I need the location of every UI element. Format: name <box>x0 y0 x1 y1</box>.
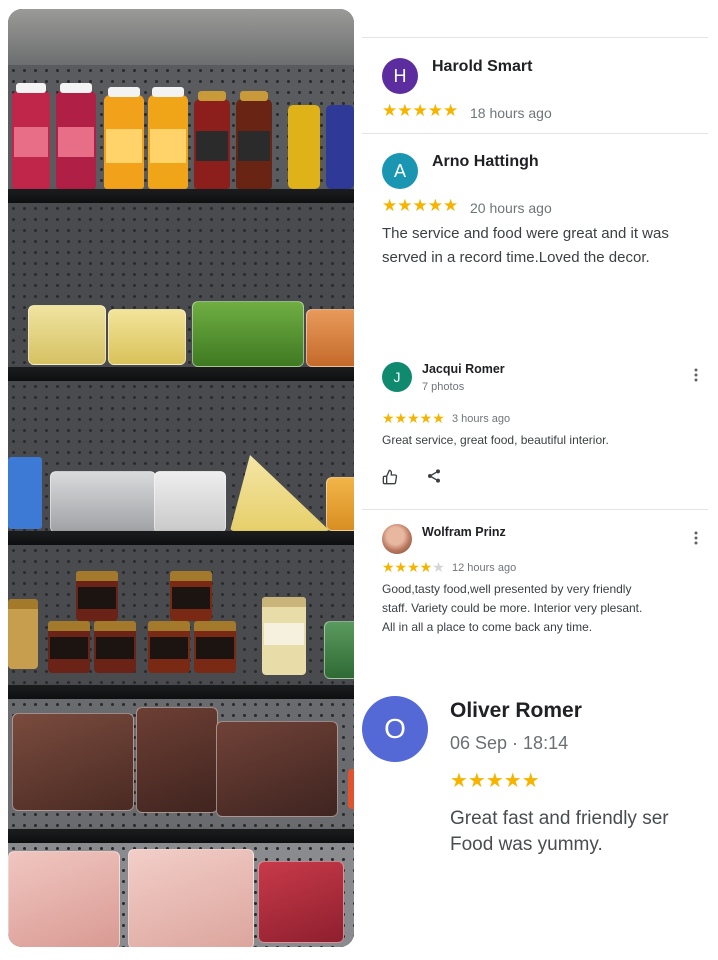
avatar[interactable] <box>382 524 412 554</box>
baby-corn-pack <box>28 305 106 365</box>
jam-jar <box>76 571 118 621</box>
chutney-jar <box>170 571 212 621</box>
brie-wedge <box>154 471 226 533</box>
cheese-wheels <box>50 471 156 533</box>
ham-pack <box>8 851 120 947</box>
mustard-jar <box>262 597 306 675</box>
share-icon[interactable] <box>426 468 442 489</box>
avatar[interactable]: J <box>382 362 412 392</box>
review-date: 06 Sep · 18:14 <box>450 733 569 753</box>
reviewer-name[interactable]: Wolfram Prinz <box>422 525 506 539</box>
biltong-pack <box>216 721 338 817</box>
sugar-snap-pea-pack <box>192 301 304 367</box>
shelf <box>8 531 354 545</box>
iced-tea-can <box>288 105 320 189</box>
sauce-pack <box>348 769 354 809</box>
divider <box>362 133 708 134</box>
star-rating: ★★★★★ <box>382 196 459 215</box>
chutney-jar <box>194 621 236 673</box>
biltong-pack <box>12 713 134 811</box>
juice-bottle <box>12 83 50 189</box>
avatar[interactable]: H <box>382 58 418 94</box>
cheese-pack <box>326 477 354 531</box>
review-text: Good,tasty food,well presented by very f… <box>382 580 642 637</box>
star-rating: ★★★★★ <box>382 410 445 426</box>
more-vert-icon[interactable] <box>694 368 698 386</box>
juice-bottle <box>56 83 96 189</box>
baby-corn-pack <box>108 309 186 365</box>
reviewer-name[interactable]: Jacqui Romer <box>422 362 505 376</box>
star-rating: ★★★★★ <box>382 559 445 576</box>
stars-empty: ★ <box>432 559 445 575</box>
review-text-line: Good,tasty food,well presented by very f… <box>382 582 632 596</box>
sauce-bottle <box>194 91 230 189</box>
deli-shelf-photo <box>8 9 354 947</box>
more-vert-icon[interactable] <box>694 531 698 549</box>
review-text-line: Great fast and friendly ser <box>450 808 669 829</box>
review-text: Great fast and friendly ser Food was yum… <box>450 806 718 858</box>
iced-tea-can <box>326 105 354 189</box>
orange-juice-bottle <box>148 87 188 189</box>
review-time: 12 hours ago <box>452 562 517 574</box>
jam-jar <box>48 621 90 673</box>
review-text: The service and food were great and it w… <box>382 222 669 270</box>
cheese-pack <box>8 457 42 529</box>
fridge-top <box>8 9 354 65</box>
review-text-line: served in a record time.Loved the decor. <box>382 249 650 266</box>
shelf <box>8 189 354 203</box>
divider <box>362 509 708 510</box>
herb-pack <box>324 621 354 679</box>
review-text-line: staff. Variety could be more. Interior v… <box>382 601 643 615</box>
reviewer-name[interactable]: Arno Hattingh <box>432 153 539 171</box>
vegetable-pack <box>306 309 354 367</box>
biltong-pack <box>136 707 218 813</box>
reviewer-photo-count: 7 photos <box>422 381 465 393</box>
orange-juice-bottle <box>104 87 144 189</box>
review-text-line: All in all a place to come back any time… <box>382 620 593 634</box>
divider <box>362 37 708 38</box>
ham-pack <box>128 849 254 947</box>
shelf <box>8 685 354 699</box>
reviews-panel: H Harold Smart ★★★★★ 18 hours ago A Arno… <box>362 0 718 960</box>
thumbs-up-icon[interactable] <box>382 469 398 490</box>
jam-jar <box>94 621 136 673</box>
review-text-line: Food was yummy. <box>450 834 603 855</box>
review-text-line: The service and food were great and it w… <box>382 225 669 242</box>
jar <box>8 599 38 669</box>
shelf <box>8 829 354 843</box>
salami-pack <box>258 861 344 943</box>
shelf <box>8 367 354 381</box>
review-time: 3 hours ago <box>452 413 511 425</box>
sauce-bottle <box>236 91 272 189</box>
star-rating: ★★★★★ <box>450 770 540 792</box>
avatar[interactable]: O <box>362 696 428 762</box>
reviewer-name[interactable]: Harold Smart <box>432 58 532 76</box>
review-time: 20 hours ago <box>470 200 552 216</box>
reviewer-name[interactable]: Oliver Romer <box>450 699 582 723</box>
review-text: Great service, great food, beautiful int… <box>382 433 609 447</box>
review-time: 18 hours ago <box>470 105 552 121</box>
star-rating: ★★★★★ <box>382 101 459 120</box>
avatar[interactable]: A <box>382 153 418 189</box>
chutney-jar <box>148 621 190 673</box>
stars-filled: ★★★★ <box>382 559 433 575</box>
